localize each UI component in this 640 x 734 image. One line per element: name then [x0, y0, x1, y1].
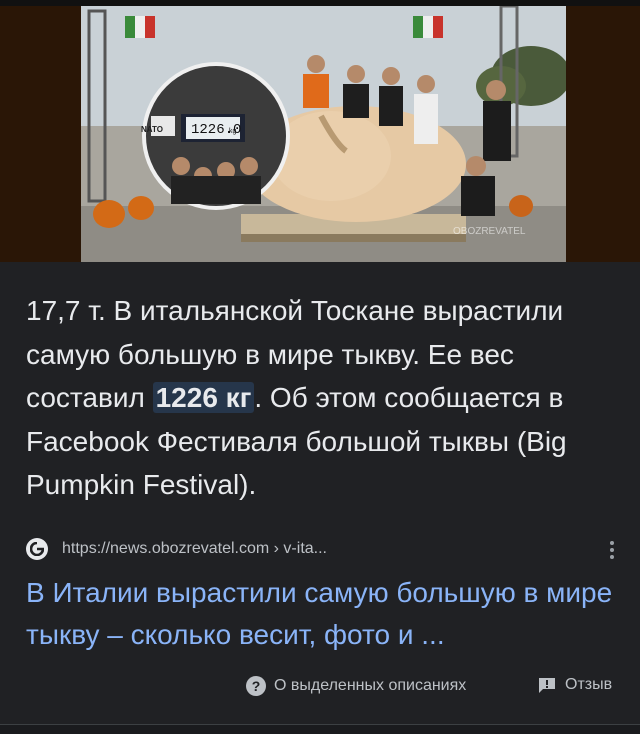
image-border-right: [566, 6, 640, 262]
featured-snippet-text: 17,7 т. В итальянской Тоскане вырастили …: [26, 289, 626, 507]
snippet-highlight: 1226 кг: [152, 382, 255, 413]
more-options-icon[interactable]: [604, 538, 620, 562]
watermark: OBOZREVATEL: [453, 226, 526, 237]
scale-unit: kg: [229, 128, 237, 135]
featured-image[interactable]: 1226.0 kg NATO OBOZREVATEL: [0, 6, 640, 262]
about-featured-snippets-button[interactable]: ? О выделенных описаниях: [246, 676, 466, 696]
result-title-link[interactable]: В Италии вырастили самую большую в мире …: [26, 572, 626, 656]
help-icon: ?: [246, 676, 266, 696]
feedback-icon: [539, 677, 555, 693]
bottom-divider: [0, 724, 640, 734]
feedback-button[interactable]: Отзыв: [538, 676, 612, 694]
source-line[interactable]: https://news.obozrevatel.com › v-ita...: [26, 536, 620, 562]
banner-text: NATO: [141, 125, 163, 134]
obozrevatel-logo-icon: [26, 538, 48, 560]
about-label: О выделенных описаниях: [274, 677, 467, 694]
pumpkin-photo: 1226.0 kg NATO OBOZREVATEL: [81, 6, 566, 262]
source-url[interactable]: https://news.obozrevatel.com › v-ita...: [62, 540, 327, 558]
snippet-footer: ? О выделенных описаниях Отзыв: [0, 672, 640, 704]
image-border-left: [0, 6, 81, 262]
feedback-label: Отзыв: [565, 676, 613, 693]
